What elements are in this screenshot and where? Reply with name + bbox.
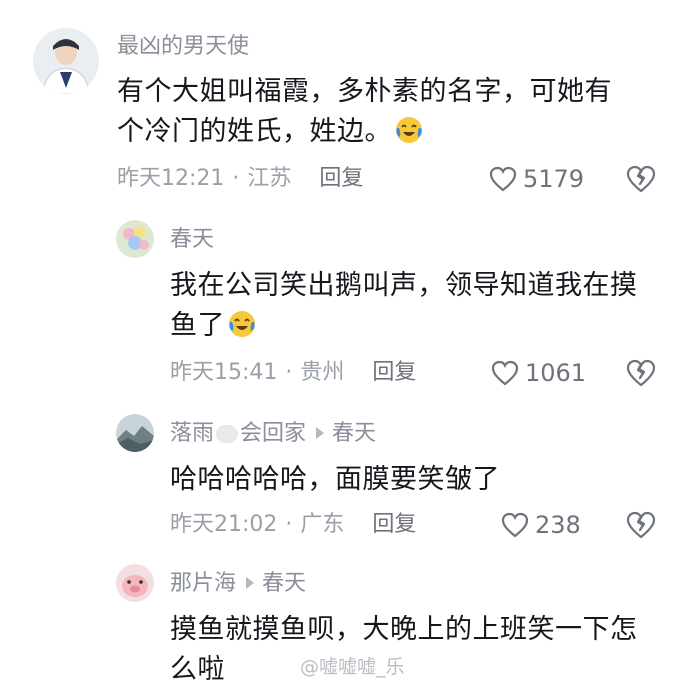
avatar-1[interactable] bbox=[33, 28, 99, 94]
username-part: 落雨 bbox=[170, 421, 215, 446]
comment-text-line: 有个大姐叫福霞，多朴素的名字，可她有 bbox=[117, 76, 612, 107]
comment-text: 我在公司笑出鹅叫声，领导知道我在摸 鱼了 bbox=[170, 266, 670, 346]
watermark: @嘘嘘嘘_乐 bbox=[300, 656, 405, 678]
username[interactable]: 落雨 会回家 春天 bbox=[170, 420, 376, 448]
heart-icon bbox=[489, 166, 517, 192]
reply-arrow-icon bbox=[316, 427, 325, 439]
comment-text-line: 哈哈哈哈哈，面膜要笑皱了 bbox=[170, 464, 500, 495]
comment-text-line: 么啦 bbox=[170, 654, 225, 685]
like-count: 1061 bbox=[525, 359, 587, 387]
meta-dot: · bbox=[285, 512, 293, 537]
reply-button[interactable]: 回复 bbox=[319, 166, 363, 191]
meta-dot: · bbox=[285, 360, 293, 385]
laughing-crying-emoji-icon bbox=[227, 309, 257, 339]
username[interactable]: 那片海 春天 bbox=[170, 570, 306, 598]
broken-heart-icon bbox=[626, 511, 656, 539]
comment-text-line: 我在公司笑出鹅叫声，领导知道我在摸 bbox=[170, 270, 638, 301]
like-button[interactable]: 238 bbox=[501, 510, 581, 540]
comment-meta: 昨天21:02 · 广东 回复 bbox=[170, 510, 416, 540]
dislike-button[interactable] bbox=[626, 511, 656, 539]
avatar-2[interactable] bbox=[116, 220, 154, 258]
comment-text: 哈哈哈哈哈，面膜要笑皱了 bbox=[170, 460, 670, 500]
comment-location: 广东 bbox=[300, 512, 345, 537]
username[interactable]: 最凶的男天使 bbox=[117, 33, 249, 61]
comment-meta: 昨天15:41 · 贵州 回复 bbox=[170, 358, 416, 388]
like-button[interactable]: 5179 bbox=[489, 164, 584, 194]
like-button[interactable]: 1061 bbox=[491, 358, 586, 388]
comment-text: 摸鱼就摸鱼呗，大晚上的上班笑一下怎 么啦 bbox=[170, 610, 670, 690]
comment-meta: 昨天12:21 · 江苏 回复 bbox=[117, 164, 363, 194]
reply-arrow-icon bbox=[246, 577, 255, 589]
dislike-button[interactable] bbox=[626, 359, 656, 387]
avatar-4[interactable] bbox=[116, 564, 154, 602]
like-count: 5179 bbox=[523, 165, 585, 193]
username-part: 会回家 bbox=[240, 421, 307, 446]
comment-time: 昨天12:21 bbox=[117, 166, 225, 191]
broken-heart-icon bbox=[626, 165, 656, 193]
comment-time: 昨天21:02 bbox=[170, 512, 278, 537]
heart-icon bbox=[501, 512, 529, 538]
comment-text-line: 个冷门的姓氏，姓边。 bbox=[117, 116, 392, 147]
comment-time: 昨天15:41 bbox=[170, 360, 278, 385]
comment-location: 江苏 bbox=[247, 166, 292, 191]
like-count: 238 bbox=[535, 511, 581, 539]
reply-to-name[interactable]: 春天 bbox=[332, 421, 376, 446]
laughing-crying-emoji-icon bbox=[394, 115, 424, 145]
comment-text-line: 鱼了 bbox=[170, 310, 225, 341]
avatar-3[interactable] bbox=[116, 414, 154, 452]
meta-dot: · bbox=[232, 166, 240, 191]
reply-button[interactable]: 回复 bbox=[372, 360, 416, 385]
dislike-button[interactable] bbox=[626, 165, 656, 193]
comment-text-line: 摸鱼就摸鱼呗，大晚上的上班笑一下怎 bbox=[170, 614, 638, 645]
username-part: 那片海 bbox=[170, 571, 237, 596]
username[interactable]: 春天 bbox=[170, 226, 214, 254]
comment-text: 有个大姐叫福霞，多朴素的名字，可她有 个冷门的姓氏，姓边。 bbox=[117, 72, 657, 152]
comment-location: 贵州 bbox=[300, 360, 345, 385]
comment-text-line-2: 鱼了 bbox=[170, 306, 670, 346]
blurred-emoji bbox=[216, 425, 239, 443]
heart-icon bbox=[491, 360, 519, 386]
reply-button[interactable]: 回复 bbox=[372, 512, 416, 537]
broken-heart-icon bbox=[626, 359, 656, 387]
comment-text-line-2: 个冷门的姓氏，姓边。 bbox=[117, 112, 657, 152]
reply-to-name[interactable]: 春天 bbox=[262, 571, 306, 596]
